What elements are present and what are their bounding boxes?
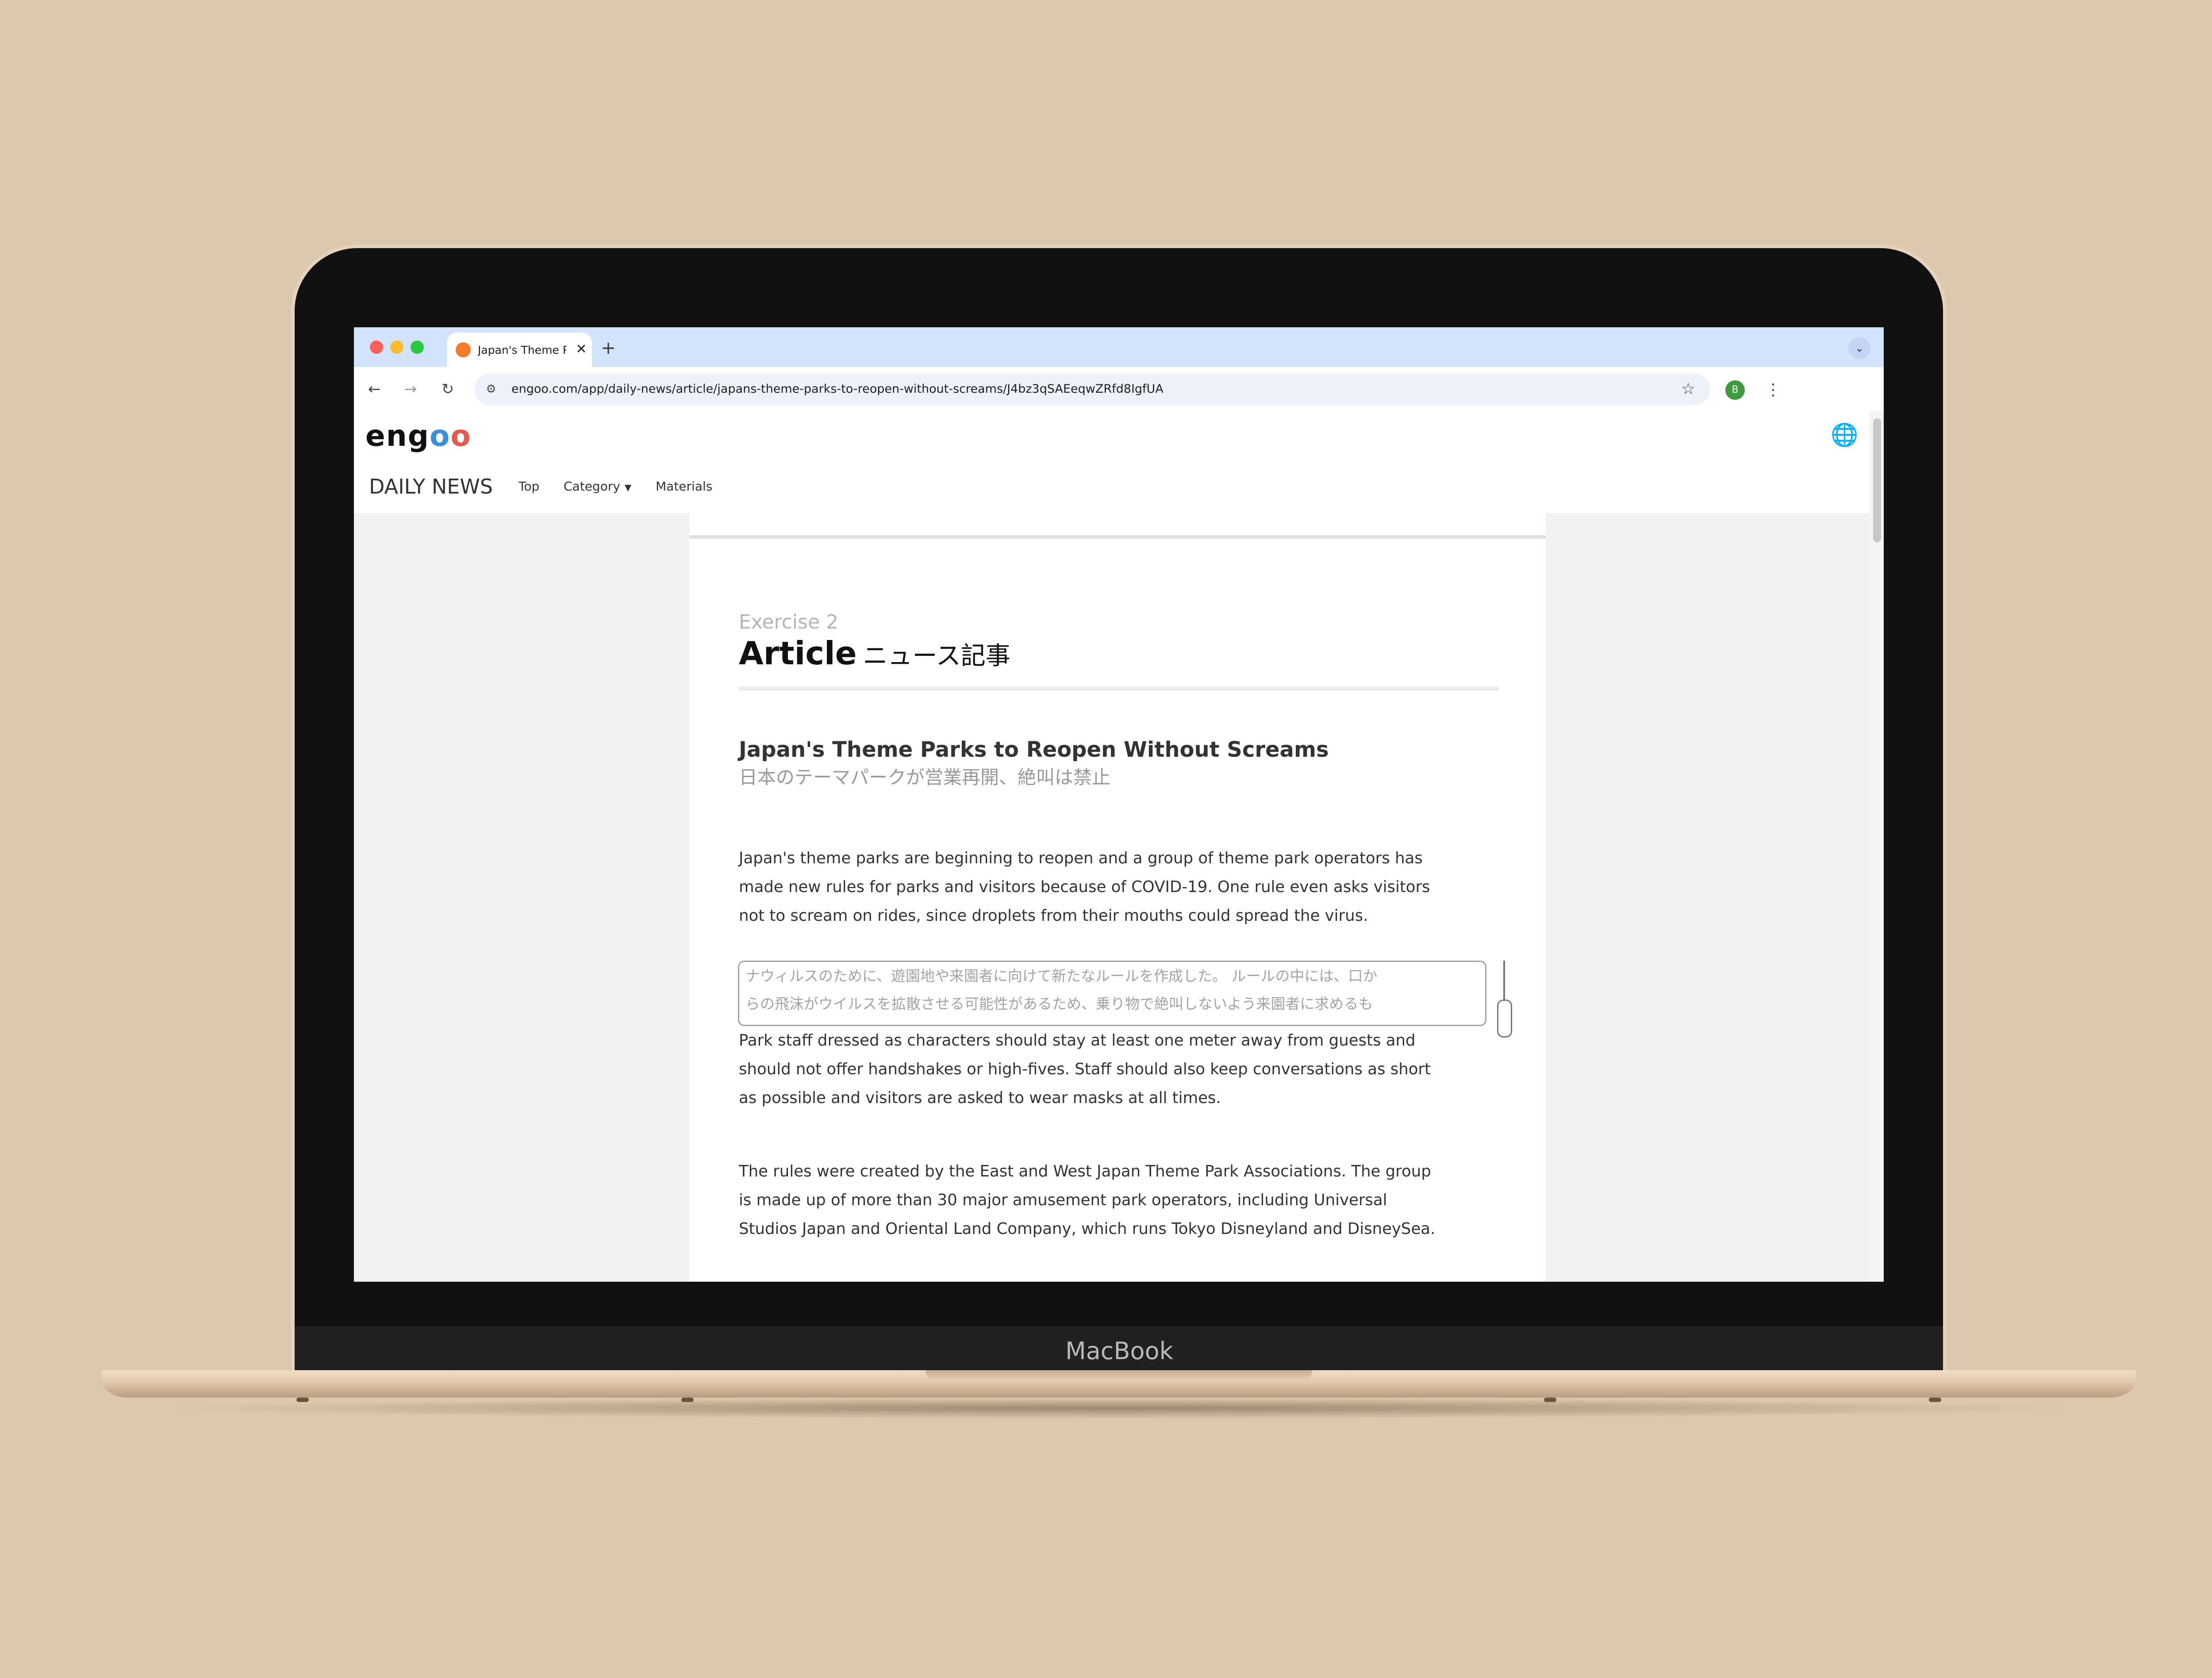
- laptop-foot: [681, 1398, 694, 1402]
- nav-materials-link[interactable]: Materials: [656, 478, 712, 495]
- page-scroll-thumb[interactable]: [1873, 418, 1881, 542]
- left-gutter: [354, 513, 689, 1282]
- article-title: Japan's Theme Parks to Reopen Without Sc…: [739, 737, 1329, 762]
- article-paragraph-1[interactable]: Japan's theme parks are beginning to reo…: [739, 844, 1499, 930]
- paragraph-line: Japan's theme parks are beginning to reo…: [739, 849, 1423, 867]
- article-paragraph-2[interactable]: Park staff dressed as characters should …: [739, 1026, 1499, 1112]
- article-card: Exercise 2 Article ニュース記事 Japan's Theme P…: [689, 513, 1546, 1282]
- browser-menu-icon[interactable]: ⋮: [1761, 378, 1786, 402]
- url-text[interactable]: engoo.com/app/daily-news/article/japans-…: [511, 379, 1662, 399]
- article-paragraph-3[interactable]: The rules were created by the East and W…: [739, 1157, 1499, 1243]
- site-header: engoo 🌐 DAILY NEWS Top Category ▼ Materia…: [354, 411, 1870, 513]
- back-arrow-icon[interactable]: ←: [362, 377, 387, 402]
- tab-title: Japan's Theme Parks to Reop: [478, 344, 566, 356]
- paragraph-line: The rules were created by the East and W…: [739, 1162, 1431, 1180]
- paragraph-line: as possible and visitors are asked to we…: [739, 1089, 1221, 1107]
- logo-o-blue: o: [430, 419, 451, 453]
- logo-text: eng: [365, 419, 430, 453]
- translation-line: らの飛沫がウイルスを拡散させる可能性があるため、乗り物で絶叫しないよう来園者に求…: [745, 995, 1373, 1012]
- daily-news-title[interactable]: DAILY NEWS: [369, 473, 511, 500]
- window-maximize-button[interactable]: [411, 341, 424, 354]
- paragraph-line: Park staff dressed as characters should …: [739, 1031, 1416, 1050]
- web-page: engoo 🌐 DAILY NEWS Top Category ▼ Materia…: [354, 411, 1884, 1282]
- translation-line: ナウィルスのために、遊園地や来園者に向けて新たなルールを作成した。 ルールの中に…: [745, 967, 1378, 985]
- article-title-ja: 日本のテーマパークが営業再開、絶叫は禁止: [739, 766, 1111, 788]
- laptop-notch: [926, 1370, 1312, 1381]
- nav-category-label: Category: [564, 479, 620, 494]
- translation-scroll-handle[interactable]: [1497, 1000, 1512, 1038]
- profile-avatar[interactable]: B: [1725, 380, 1745, 400]
- laptop-foot: [1929, 1398, 1941, 1402]
- translation-box[interactable]: ナウィルスのために、遊園地や来園者に向けて新たなルールを作成した。 ルールの中に…: [738, 961, 1486, 1026]
- logo-o-red: o: [450, 419, 472, 453]
- tab-close-icon[interactable]: ✕: [573, 341, 589, 358]
- macbook-label: MacBook: [1065, 1337, 1173, 1365]
- bookmark-star-icon[interactable]: ☆: [1678, 379, 1699, 400]
- paragraph-line: made new rules for parks and visitors be…: [739, 878, 1430, 896]
- section-heading-en: Article: [739, 635, 857, 672]
- site-settings-icon[interactable]: ⚙: [481, 379, 501, 399]
- caret-down-icon: ▼: [624, 482, 632, 493]
- browser-tab-active[interactable]: Japan's Theme Parks to Reop ✕: [447, 333, 592, 367]
- laptop-shadow: [146, 1398, 2092, 1419]
- globe-icon[interactable]: 🌐: [1831, 423, 1858, 447]
- section-heading: Article ニュース記事: [739, 633, 1358, 673]
- tab-search-chevron-icon[interactable]: ⌄: [1848, 337, 1870, 359]
- browser-tabstrip: Japan's Theme Parks to Reop ✕ + ⌄: [354, 327, 1884, 367]
- address-bar[interactable]: ⚙ engoo.com/app/daily-news/article/japan…: [474, 373, 1710, 405]
- laptop-foot: [296, 1398, 309, 1402]
- daily-news-nav: DAILY NEWS Top Category ▼ Materials: [354, 464, 1870, 509]
- right-gutter: [1546, 513, 1870, 1282]
- engoo-logo[interactable]: engoo: [365, 418, 480, 454]
- forward-arrow-icon[interactable]: →: [398, 377, 423, 402]
- screen: Japan's Theme Parks to Reop ✕ + ⌄ ← → ↻ …: [354, 327, 1884, 1282]
- paragraph-line: Studios Japan and Oriental Land Company,…: [739, 1220, 1436, 1238]
- heading-divider: [739, 686, 1499, 691]
- paragraph-line: should not offer handshakes or high-five…: [739, 1060, 1431, 1078]
- window-close-button[interactable]: [370, 341, 383, 354]
- exercise-label: Exercise 2: [739, 611, 839, 633]
- laptop-foot: [1544, 1398, 1556, 1402]
- nav-top-link[interactable]: Top: [518, 478, 539, 495]
- section-heading-ja: ニュース記事: [863, 642, 1010, 670]
- reload-icon[interactable]: ↻: [435, 377, 460, 402]
- paragraph-line: not to scream on rides, since droplets f…: [739, 907, 1368, 925]
- card-divider: [689, 535, 1546, 539]
- paragraph-line: is made up of more than 30 major amuseme…: [739, 1191, 1387, 1209]
- engoo-favicon-icon: [456, 342, 471, 357]
- browser-toolbar: ← → ↻ ⚙ engoo.com/app/daily-news/article…: [354, 367, 1884, 411]
- window-minimize-button[interactable]: [390, 341, 403, 354]
- nav-category-dropdown[interactable]: Category ▼: [564, 478, 631, 495]
- new-tab-button[interactable]: +: [597, 337, 619, 359]
